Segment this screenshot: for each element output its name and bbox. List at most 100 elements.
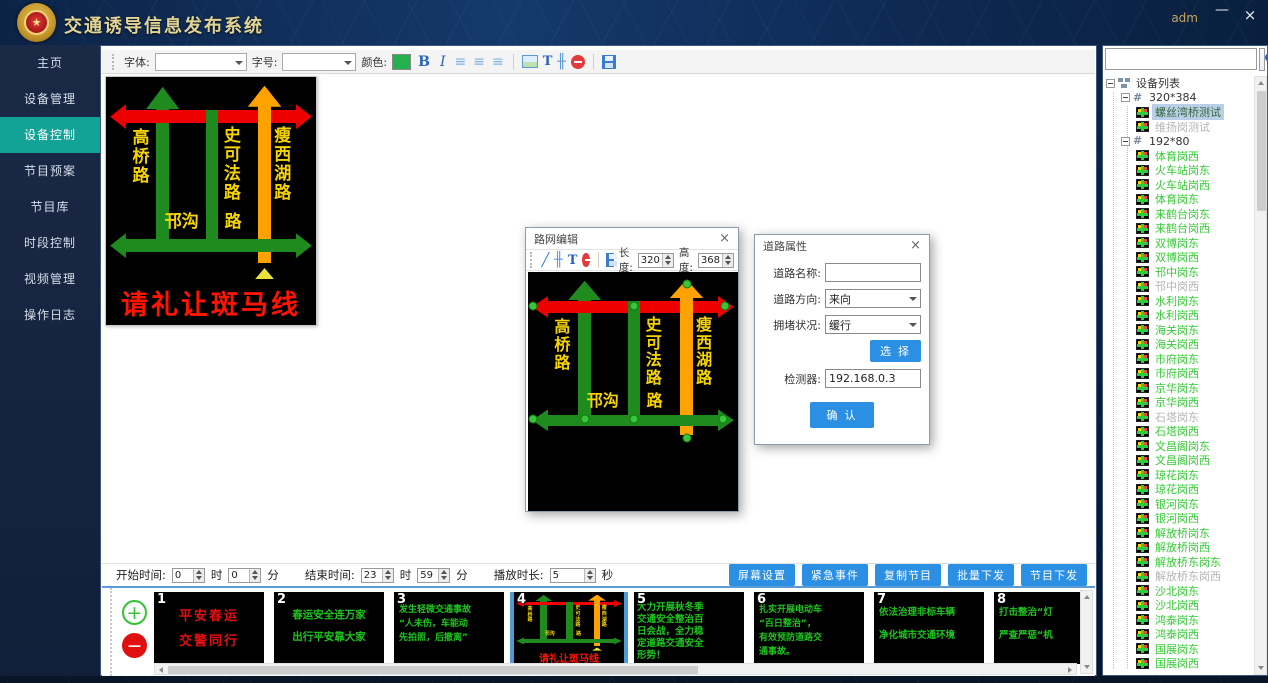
tree-node-device[interactable]: 鸿泰岗东 bbox=[1103, 613, 1253, 628]
fontsize-select[interactable] bbox=[282, 53, 356, 71]
sidebar-item-video-mgmt[interactable]: 视频管理 bbox=[0, 261, 100, 297]
tree-node-device[interactable]: 解放桥岗东 bbox=[1103, 526, 1253, 541]
edit-handle[interactable] bbox=[630, 301, 639, 310]
tree-node-device[interactable]: 双博岗西 bbox=[1103, 250, 1253, 265]
send-program-button[interactable]: 节目下发 bbox=[1021, 564, 1087, 586]
delete-icon[interactable] bbox=[571, 55, 585, 69]
tree-node-device[interactable]: 体育岗西 bbox=[1103, 149, 1253, 164]
roadnet-edit-canvas[interactable]: 高桥路史可法路瘦西湖路邗沟路 bbox=[528, 272, 738, 511]
close-button[interactable]: × bbox=[1240, 6, 1260, 24]
sidebar-item-home[interactable]: 主页 bbox=[0, 45, 100, 81]
username-label[interactable]: adm bbox=[1171, 11, 1198, 25]
delete-icon[interactable] bbox=[582, 253, 589, 267]
duration-stepper[interactable]: 5 bbox=[550, 568, 596, 583]
tree-node-device[interactable]: 解放桥东岗西 bbox=[1103, 569, 1253, 584]
road-left-arrowhead[interactable] bbox=[568, 281, 602, 301]
font-select[interactable] bbox=[155, 53, 247, 71]
playlist-item-6[interactable]: 6 扎实开展电动车 “百日整治”， 有效预防道路交 通事故。 bbox=[754, 592, 864, 664]
tree-node-device[interactable]: 市府岗西 bbox=[1103, 366, 1253, 381]
playlist-horizontal-scrollbar[interactable] bbox=[154, 663, 1077, 675]
draw-line-icon[interactable]: ╱ bbox=[542, 253, 550, 268]
sidebar-item-program-library[interactable]: 节目库 bbox=[0, 189, 100, 225]
tree-node-device[interactable]: 京华岗东 bbox=[1103, 381, 1253, 396]
edit-handle[interactable] bbox=[721, 301, 730, 310]
length-stepper[interactable]: 320 bbox=[638, 253, 674, 268]
color-swatch[interactable] bbox=[392, 54, 411, 70]
confirm-button[interactable]: 确 认 bbox=[810, 402, 873, 428]
start-hour-stepper[interactable]: 0 bbox=[172, 568, 205, 583]
tree-node-device[interactable]: 海关岗东 bbox=[1103, 323, 1253, 338]
tree-node-device[interactable]: 火车站岗西 bbox=[1103, 178, 1253, 193]
road-direction-select[interactable]: 来向 bbox=[825, 289, 921, 308]
tree-node-device[interactable]: 鸿泰岗西 bbox=[1103, 627, 1253, 642]
edit-handle[interactable] bbox=[580, 415, 589, 424]
toolbar-grip[interactable] bbox=[530, 252, 533, 268]
playlist-item-8[interactable]: 8 打击整治“灯 严查严惩“机 bbox=[994, 592, 1082, 664]
congestion-select[interactable]: 缓行 bbox=[825, 315, 921, 334]
tree-collapse-icon[interactable] bbox=[1121, 93, 1130, 102]
road-middle-shaft[interactable] bbox=[628, 301, 641, 419]
playlist-item-7[interactable]: 7 依法治理非标车辆 净化城市交通环境 bbox=[874, 592, 984, 664]
edit-handle[interactable] bbox=[682, 279, 691, 288]
tree-node-group[interactable]: 320*384 bbox=[1103, 91, 1253, 106]
sidebar-item-operation-log[interactable]: 操作日志 bbox=[0, 297, 100, 333]
tree-node-group[interactable]: 192*80 bbox=[1103, 134, 1253, 149]
align-center-icon[interactable]: ≡ bbox=[472, 54, 486, 70]
edit-handle[interactable] bbox=[529, 301, 538, 310]
bold-button[interactable]: B bbox=[416, 54, 432, 70]
tree-node-device[interactable]: 琼花岗东 bbox=[1103, 468, 1253, 483]
tree-node-device[interactable]: 石塔岗东 bbox=[1103, 410, 1253, 425]
tree-node-device[interactable]: 解放桥东岗东 bbox=[1103, 555, 1253, 570]
end-minute-stepper[interactable]: 59 bbox=[417, 568, 450, 583]
search-button[interactable] bbox=[1259, 48, 1265, 71]
detector-input[interactable]: 192.168.0.3 bbox=[825, 369, 921, 388]
tree-node-device[interactable]: 海关岗西 bbox=[1103, 337, 1253, 352]
tree-node-device[interactable]: 银河岗东 bbox=[1103, 497, 1253, 512]
tree-node-device[interactable]: 双博岗东 bbox=[1103, 236, 1253, 251]
tree-node-device[interactable]: 火车站岗东 bbox=[1103, 163, 1253, 178]
start-minute-stepper[interactable]: 0 bbox=[228, 568, 261, 583]
edit-canvas[interactable]: 高桥路史可法路瘦西湖路邗沟路请礼让斑马线 路网编辑 × ╱ ╫ T 长度: 32… bbox=[102, 74, 1095, 563]
edit-handle[interactable] bbox=[719, 415, 728, 424]
align-right-icon[interactable]: ≡ bbox=[491, 54, 505, 70]
end-hour-stepper[interactable]: 23 bbox=[361, 568, 394, 583]
tree-node-device[interactable]: 水利岗西 bbox=[1103, 308, 1253, 323]
tree-node-device[interactable]: 石塔岗西 bbox=[1103, 424, 1253, 439]
sidebar-item-device-control[interactable]: 设备控制 bbox=[0, 117, 100, 153]
tree-node-device[interactable]: 文昌阁岗西 bbox=[1103, 453, 1253, 468]
tree-node-device[interactable]: 邗中岗西 bbox=[1103, 279, 1253, 294]
text-tool-button[interactable]: T bbox=[543, 54, 553, 69]
playlist-item-2[interactable]: 2 春运安全连万家 出行平安靠大家 bbox=[274, 592, 384, 664]
edit-handle[interactable] bbox=[630, 415, 639, 424]
tree-node-root[interactable]: 设备列表 bbox=[1103, 76, 1253, 91]
tree-node-device[interactable]: 京华岗西 bbox=[1103, 395, 1253, 410]
tree-collapse-icon[interactable] bbox=[1121, 137, 1130, 146]
edit-handle[interactable] bbox=[529, 415, 538, 424]
playlist-item-5[interactable]: 5 大力开展秋冬季 交通安全整治百 日会战，全力稳 定道路交通安全 形势！ bbox=[634, 592, 744, 664]
close-icon[interactable]: × bbox=[719, 231, 730, 246]
device-search-input[interactable] bbox=[1105, 48, 1257, 70]
led-preview-panel[interactable]: 高桥路史可法路瘦西湖路邗沟路请礼让斑马线 bbox=[105, 76, 317, 326]
tree-node-device[interactable]: 维扬岗测试 bbox=[1103, 120, 1253, 135]
tree-node-device[interactable]: 银河岗西 bbox=[1103, 511, 1253, 526]
tree-node-device[interactable]: 来鹤台岗东 bbox=[1103, 207, 1253, 222]
edit-handle[interactable] bbox=[682, 433, 691, 442]
batch-send-button[interactable]: 批量下发 bbox=[948, 564, 1014, 586]
device-tree-scrollbar[interactable] bbox=[1254, 76, 1267, 675]
height-stepper[interactable]: 368 bbox=[698, 253, 734, 268]
emergency-event-button[interactable]: 紧急事件 bbox=[802, 564, 868, 586]
toolbar-grip[interactable] bbox=[112, 54, 115, 70]
tree-node-device[interactable]: 螺丝湾桥测试 bbox=[1103, 105, 1253, 120]
tree-node-device[interactable]: 沙北岗西 bbox=[1103, 598, 1253, 613]
tree-node-device[interactable]: 水利岗东 bbox=[1103, 294, 1253, 309]
sidebar-item-device-mgmt[interactable]: 设备管理 bbox=[0, 81, 100, 117]
road-name-input[interactable] bbox=[825, 263, 921, 282]
tree-node-device[interactable]: 市府岗东 bbox=[1103, 352, 1253, 367]
italic-button[interactable]: I bbox=[437, 54, 449, 70]
road-network-tool-icon[interactable]: ╫ bbox=[557, 54, 565, 70]
sidebar-item-program-plan[interactable]: 节目预案 bbox=[0, 153, 100, 189]
tree-node-device[interactable]: 体育岗东 bbox=[1103, 192, 1253, 207]
tree-node-device[interactable]: 邗中岗东 bbox=[1103, 265, 1253, 280]
add-program-button[interactable]: + bbox=[122, 600, 147, 625]
tree-node-device[interactable]: 来鹤台岗西 bbox=[1103, 221, 1253, 236]
